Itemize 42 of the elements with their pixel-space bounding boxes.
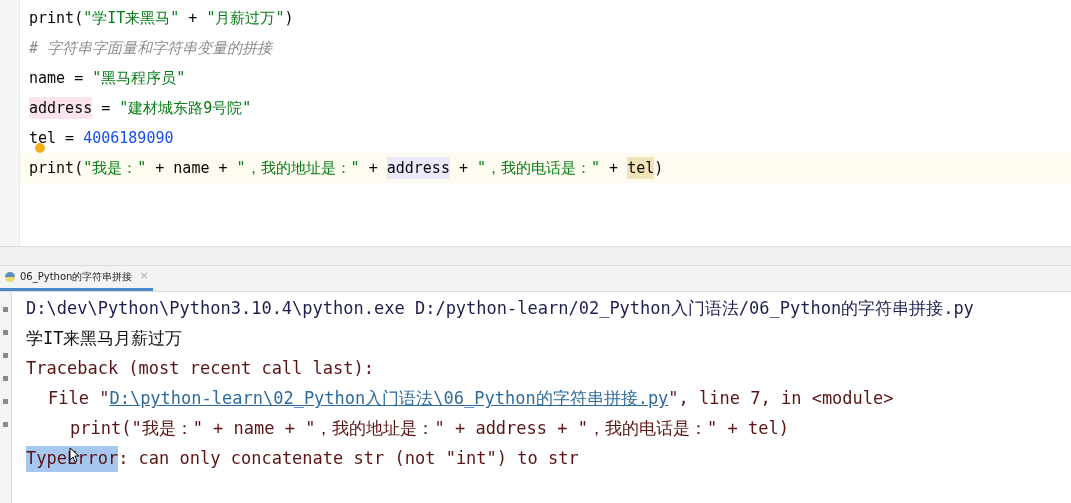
toolbar-icon[interactable]	[2, 398, 9, 405]
code-token: "，我的地址是："	[236, 157, 360, 179]
code-token: "黑马程序员"	[92, 67, 186, 89]
file-link[interactable]: D:\python-learn\02_Python入门语法\06_Python的字符串拼接.py	[109, 386, 669, 412]
console-text: ", line 7, in <module>	[668, 387, 894, 411]
code-token: +	[367, 157, 379, 179]
code-token: print(	[29, 157, 84, 179]
toolbar-icon[interactable]	[2, 352, 9, 359]
code-token: "建材城东路9号院"	[119, 97, 252, 119]
toolbar-icon[interactable]	[2, 375, 9, 382]
console-text: D:\dev\Python\Python3.10.4\python.exe D:/python-learn/02_Python入门语法/06_Python的字符串拼接.py	[26, 297, 974, 321]
run-tab[interactable]: 06_Python的字符串拼接 ×	[0, 265, 153, 291]
tab-label: 06_Python的字符串拼接	[20, 270, 133, 284]
code-token: +	[608, 157, 620, 179]
code-token: +	[457, 157, 469, 179]
code-token: "，我的电话是："	[477, 157, 601, 179]
code-token: tel	[627, 156, 655, 180]
console-text: Traceback (most recent call last):	[26, 357, 374, 381]
code-token: +	[187, 7, 199, 29]
console-text: TypeError	[26, 446, 119, 472]
console-text: print("我是：" + name + "，我的地址是：" + address + "，我的电话是：" + tel)	[70, 417, 789, 441]
code-token: "我是："	[83, 157, 147, 179]
python-icon	[4, 270, 16, 283]
code-token: tel =	[29, 127, 76, 149]
code-token: )	[284, 7, 294, 29]
toolbar-icon[interactable]	[2, 421, 9, 428]
code-token: address	[29, 96, 93, 120]
toolbar-icon[interactable]	[2, 306, 9, 313]
code-token: =	[100, 97, 112, 119]
toolbar-icon[interactable]	[2, 329, 9, 336]
code-token: 4006189090	[83, 127, 174, 149]
code-token: + name +	[154, 157, 229, 179]
console-text: File "	[48, 387, 110, 411]
code-token: name =	[29, 67, 85, 89]
code-token: address	[386, 156, 450, 180]
code-token: "学IT来黑马"	[83, 7, 180, 29]
console-text: : can only concatenate str (not "int") to str	[118, 447, 579, 471]
code-token: # 字符串字面量和字符串变量的拼接	[29, 37, 273, 59]
code-token: print(	[29, 7, 84, 29]
code-token: "月薪过万"	[206, 7, 285, 29]
code-token: )	[654, 157, 664, 179]
console-text: 学IT来黑马月薪过万	[26, 327, 183, 351]
